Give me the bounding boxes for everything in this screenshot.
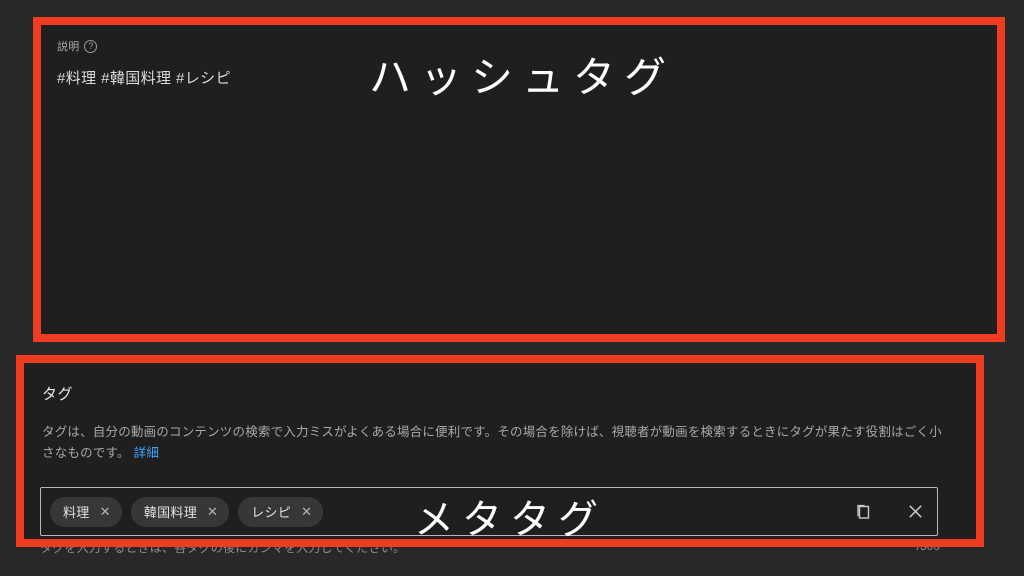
tags-section-title: タグ — [42, 386, 74, 403]
tag-chip[interactable]: 料理 ✕ — [50, 496, 122, 527]
copy-icon[interactable] — [851, 500, 875, 524]
close-icon[interactable] — [903, 500, 927, 524]
tags-learn-more-link[interactable]: 詳細 — [134, 446, 159, 460]
tags-footer-row: タグを入力するときは、各タグの後にカンマを入力してください。 /500 — [40, 546, 940, 560]
tag-chip-label: 料理 — [63, 505, 90, 520]
tag-chip-remove-icon[interactable]: ✕ — [100, 505, 111, 518]
app-screen: 説明 ? #料理 #韓国料理 #レシピ タグ タグは、自分の動画のコンテンツの検… — [0, 0, 1024, 576]
tags-character-counter: /500 — [916, 546, 940, 553]
description-label: 説明 — [57, 41, 80, 53]
tags-help-text-body: タグは、自分の動画のコンテンツの検索で入力ミスがよくある場合に便利です。その場合… — [42, 425, 942, 460]
tag-chip-remove-icon[interactable]: ✕ — [301, 505, 312, 518]
tag-chip[interactable]: レシピ ✕ — [238, 496, 324, 527]
annotation-label-metatag: メタタグ — [414, 497, 606, 542]
tags-footer-hint: タグを入力するときは、各タグの後にカンマを入力してください。 — [40, 546, 406, 555]
tags-input-actions — [851, 500, 927, 524]
tag-chip-label: レシピ — [251, 505, 292, 520]
tag-chip-label: 韓国料理 — [143, 505, 198, 520]
tags-help-text: タグは、自分の動画のコンテンツの検索で入力ミスがよくある場合に便利です。その場合… — [42, 422, 947, 463]
tag-chip[interactable]: 韓国料理 ✕ — [130, 496, 230, 527]
help-circle-icon[interactable]: ? — [84, 39, 98, 53]
annotation-label-hashtag: ハッシュタグ — [369, 56, 676, 102]
tag-chip-remove-icon[interactable]: ✕ — [207, 505, 218, 518]
